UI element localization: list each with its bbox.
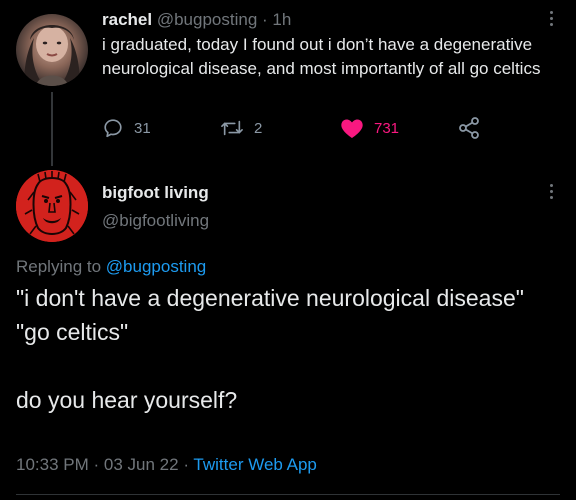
display-name[interactable]: bigfoot living xyxy=(102,182,209,204)
avatar[interactable] xyxy=(16,14,88,86)
source-app-link[interactable]: Twitter Web App xyxy=(193,455,316,474)
separator: · xyxy=(262,10,268,29)
reply-count: 31 xyxy=(134,119,151,137)
replying-to-handle-link[interactable]: @bugposting xyxy=(106,257,206,276)
display-name[interactable]: rachel xyxy=(102,10,152,29)
like-count: 731 xyxy=(374,119,400,137)
tweet-date[interactable]: 03 Jun 22 xyxy=(104,455,179,474)
separator: · xyxy=(183,455,189,474)
tweet-metadata: 10:33 PM · 03 Jun 22 · Twitter Web App xyxy=(16,454,317,476)
tweet-time[interactable]: 10:33 PM xyxy=(16,455,89,474)
reply-bubble-icon xyxy=(104,119,122,138)
divider xyxy=(16,494,560,495)
reply-line: do you hear yourself? xyxy=(16,387,238,413)
retweet-icon xyxy=(221,120,243,136)
retweet-button[interactable]: 2 xyxy=(220,114,262,142)
reply-tweet-text: "i don't have a degenerative neurologica… xyxy=(16,281,561,417)
reply-button[interactable]: 31 xyxy=(102,114,151,142)
timestamp[interactable]: 1h xyxy=(272,10,291,29)
separator: · xyxy=(93,455,100,474)
profile-photo-icon xyxy=(24,25,80,86)
tweet-text: i graduated, today I found out i don’t h… xyxy=(102,35,541,78)
reply-line: "i don't have a degenerative neurologica… xyxy=(16,285,524,311)
replying-to-label: Replying to xyxy=(16,257,102,276)
thread-line xyxy=(51,92,53,166)
handle[interactable]: @bugposting xyxy=(157,10,257,29)
bigfoot-face-icon xyxy=(16,170,88,242)
tweet-header: rachel @bugposting · 1h xyxy=(102,9,291,31)
parent-tweet: rachel @bugposting · 1h i graduated, tod… xyxy=(0,0,576,166)
tweet-actions: 31 2 731 xyxy=(102,114,562,142)
avatar[interactable] xyxy=(16,170,88,242)
share-button[interactable] xyxy=(457,114,481,142)
more-options-icon[interactable] xyxy=(550,11,554,29)
heart-filled-icon xyxy=(341,119,363,138)
more-options-icon[interactable] xyxy=(550,184,554,202)
replying-to: Replying to @bugposting xyxy=(16,256,206,278)
reply-line: "go celtics" xyxy=(16,319,129,345)
share-icon xyxy=(459,117,479,139)
handle[interactable]: @bigfootliving xyxy=(102,210,209,232)
retweet-count: 2 xyxy=(254,119,263,137)
like-button[interactable]: 731 xyxy=(340,114,399,142)
